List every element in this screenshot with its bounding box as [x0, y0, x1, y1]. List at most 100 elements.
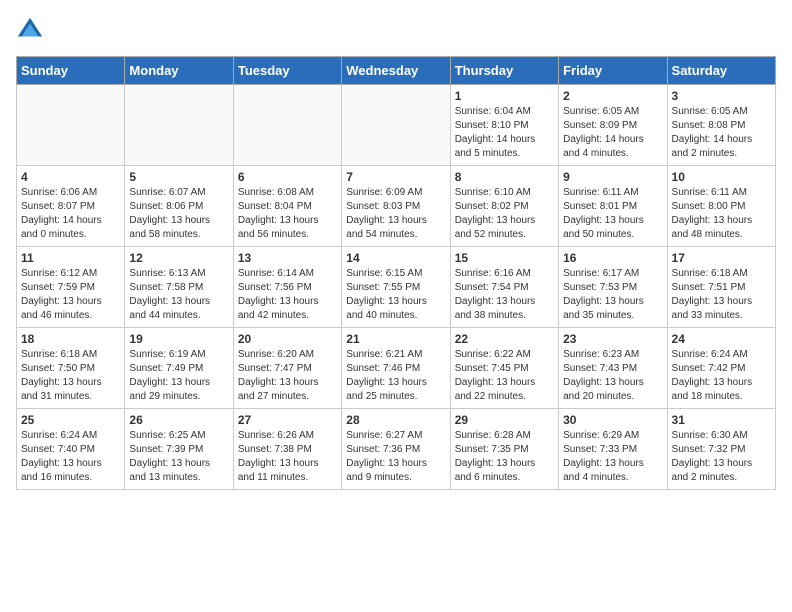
calendar-cell: 31 Sunrise: 6:30 AM Sunset: 7:32 PM Dayli…: [667, 409, 775, 490]
calendar-cell: 17 Sunrise: 6:18 AM Sunset: 7:51 PM Dayli…: [667, 247, 775, 328]
calendar-cell: 19 Sunrise: 6:19 AM Sunset: 7:49 PM Dayli…: [125, 328, 233, 409]
day-info: Sunrise: 6:27 AM Sunset: 7:36 PM Dayligh…: [346, 429, 445, 485]
calendar-cell: 23Sunrise: 6:23 AM Sunset: 7:43 PM Dayli…: [559, 328, 667, 409]
day-info: Sunrise: 6:25 AM Sunset: 7:39 PM Dayligh…: [129, 429, 228, 485]
calendar-cell: [17, 85, 125, 166]
calendar-cell: 27Sunrise: 6:26 AM Sunset: 7:38 PM Dayli…: [233, 409, 341, 490]
day-number: 28: [346, 413, 445, 427]
day-info: Sunrise: 6:18 AM Sunset: 7:50 PM Dayligh…: [21, 348, 120, 404]
day-info: Sunrise: 6:28 AM Sunset: 7:35 PM Dayligh…: [455, 429, 554, 485]
day-number: 29: [455, 413, 554, 427]
day-info: Sunrise: 6:16 AM Sunset: 7:54 PM Dayligh…: [455, 267, 554, 323]
calendar-cell: 18 Sunrise: 6:18 AM Sunset: 7:50 PM Dayli…: [17, 328, 125, 409]
logo: [16, 16, 48, 44]
day-number: 5: [129, 170, 228, 184]
day-number: 19: [129, 332, 228, 346]
day-info: Sunrise: 6:05 AM Sunset: 8:08 PM Dayligh…: [672, 105, 771, 161]
day-info: Sunrise: 6:22 AM Sunset: 7:45 PM Dayligh…: [455, 348, 554, 404]
day-info: Sunrise: 6:17 AM Sunset: 7:53 PM Dayligh…: [563, 267, 662, 323]
calendar-week-row: 4Sunrise: 6:06 AM Sunset: 8:07 PM Daylig…: [17, 166, 776, 247]
calendar-cell: 13 Sunrise: 6:14 AM Sunset: 7:56 PM Dayli…: [233, 247, 341, 328]
day-number: 18: [21, 332, 120, 346]
calendar-cell: 26 Sunrise: 6:25 AM Sunset: 7:39 PM Dayli…: [125, 409, 233, 490]
day-number: 25: [21, 413, 120, 427]
calendar-cell: 15Sunrise: 6:16 AM Sunset: 7:54 PM Dayli…: [450, 247, 558, 328]
calendar-cell: 28 Sunrise: 6:27 AM Sunset: 7:36 PM Dayli…: [342, 409, 450, 490]
day-info: Sunrise: 6:29 AM Sunset: 7:33 PM Dayligh…: [563, 429, 662, 485]
calendar-cell: 14 Sunrise: 6:15 AM Sunset: 7:55 PM Dayli…: [342, 247, 450, 328]
day-info: Sunrise: 6:19 AM Sunset: 7:49 PM Dayligh…: [129, 348, 228, 404]
calendar-cell: 1 Sunrise: 6:04 AM Sunset: 8:10 PM Daylig…: [450, 85, 558, 166]
calendar-header-row: SundayMondayTuesdayWednesdayThursdayFrid…: [17, 57, 776, 85]
calendar-week-row: 25Sunrise: 6:24 AM Sunset: 7:40 PM Dayli…: [17, 409, 776, 490]
day-info: Sunrise: 6:05 AM Sunset: 8:09 PM Dayligh…: [563, 105, 662, 161]
calendar-week-row: 18 Sunrise: 6:18 AM Sunset: 7:50 PM Dayli…: [17, 328, 776, 409]
day-info: Sunrise: 6:21 AM Sunset: 7:46 PM Dayligh…: [346, 348, 445, 404]
calendar-cell: [342, 85, 450, 166]
day-of-week-header: Wednesday: [342, 57, 450, 85]
calendar-cell: 24Sunrise: 6:24 AM Sunset: 7:42 PM Dayli…: [667, 328, 775, 409]
day-info: Sunrise: 6:30 AM Sunset: 7:32 PM Dayligh…: [672, 429, 771, 485]
calendar-week-row: 11 Sunrise: 6:12 AM Sunset: 7:59 PM Dayli…: [17, 247, 776, 328]
day-info: Sunrise: 6:14 AM Sunset: 7:56 PM Dayligh…: [238, 267, 337, 323]
day-of-week-header: Saturday: [667, 57, 775, 85]
calendar-cell: 5 Sunrise: 6:07 AM Sunset: 8:06 PM Daylig…: [125, 166, 233, 247]
calendar-cell: 20Sunrise: 6:20 AM Sunset: 7:47 PM Dayli…: [233, 328, 341, 409]
calendar-cell: 29 Sunrise: 6:28 AM Sunset: 7:35 PM Dayli…: [450, 409, 558, 490]
day-info: Sunrise: 6:24 AM Sunset: 7:42 PM Dayligh…: [672, 348, 771, 404]
calendar-cell: 7 Sunrise: 6:09 AM Sunset: 8:03 PM Daylig…: [342, 166, 450, 247]
day-number: 31: [672, 413, 771, 427]
day-info: Sunrise: 6:11 AM Sunset: 8:00 PM Dayligh…: [672, 186, 771, 242]
page-header: [16, 16, 776, 44]
day-of-week-header: Sunday: [17, 57, 125, 85]
day-number: 17: [672, 251, 771, 265]
day-info: Sunrise: 6:10 AM Sunset: 8:02 PM Dayligh…: [455, 186, 554, 242]
day-info: Sunrise: 6:06 AM Sunset: 8:07 PM Dayligh…: [21, 186, 120, 242]
day-number: 20: [238, 332, 337, 346]
calendar-week-row: 1 Sunrise: 6:04 AM Sunset: 8:10 PM Daylig…: [17, 85, 776, 166]
day-number: 2: [563, 89, 662, 103]
calendar-cell: 30 Sunrise: 6:29 AM Sunset: 7:33 PM Dayli…: [559, 409, 667, 490]
day-number: 30: [563, 413, 662, 427]
day-info: Sunrise: 6:07 AM Sunset: 8:06 PM Dayligh…: [129, 186, 228, 242]
day-of-week-header: Thursday: [450, 57, 558, 85]
day-number: 23: [563, 332, 662, 346]
day-info: Sunrise: 6:11 AM Sunset: 8:01 PM Dayligh…: [563, 186, 662, 242]
day-info: Sunrise: 6:09 AM Sunset: 8:03 PM Dayligh…: [346, 186, 445, 242]
calendar-cell: 2 Sunrise: 6:05 AM Sunset: 8:09 PM Daylig…: [559, 85, 667, 166]
calendar-cell: 9 Sunrise: 6:11 AM Sunset: 8:01 PM Daylig…: [559, 166, 667, 247]
day-number: 11: [21, 251, 120, 265]
calendar-cell: 21Sunrise: 6:21 AM Sunset: 7:46 PM Dayli…: [342, 328, 450, 409]
day-number: 22: [455, 332, 554, 346]
day-number: 7: [346, 170, 445, 184]
day-number: 3: [672, 89, 771, 103]
day-number: 9: [563, 170, 662, 184]
calendar-cell: 10 Sunrise: 6:11 AM Sunset: 8:00 PM Dayli…: [667, 166, 775, 247]
day-number: 1: [455, 89, 554, 103]
day-number: 12: [129, 251, 228, 265]
day-number: 26: [129, 413, 228, 427]
day-number: 27: [238, 413, 337, 427]
calendar-cell: 22 Sunrise: 6:22 AM Sunset: 7:45 PM Dayli…: [450, 328, 558, 409]
day-of-week-header: Monday: [125, 57, 233, 85]
calendar-cell: 8 Sunrise: 6:10 AM Sunset: 8:02 PM Daylig…: [450, 166, 558, 247]
calendar-table: SundayMondayTuesdayWednesdayThursdayFrid…: [16, 56, 776, 490]
day-info: Sunrise: 6:04 AM Sunset: 8:10 PM Dayligh…: [455, 105, 554, 161]
calendar-cell: 16Sunrise: 6:17 AM Sunset: 7:53 PM Dayli…: [559, 247, 667, 328]
calendar-cell: 25Sunrise: 6:24 AM Sunset: 7:40 PM Dayli…: [17, 409, 125, 490]
day-number: 13: [238, 251, 337, 265]
day-number: 8: [455, 170, 554, 184]
day-number: 14: [346, 251, 445, 265]
day-info: Sunrise: 6:12 AM Sunset: 7:59 PM Dayligh…: [21, 267, 120, 323]
day-info: Sunrise: 6:08 AM Sunset: 8:04 PM Dayligh…: [238, 186, 337, 242]
day-number: 6: [238, 170, 337, 184]
day-info: Sunrise: 6:15 AM Sunset: 7:55 PM Dayligh…: [346, 267, 445, 323]
calendar-cell: 11 Sunrise: 6:12 AM Sunset: 7:59 PM Dayli…: [17, 247, 125, 328]
calendar-cell: 6 Sunrise: 6:08 AM Sunset: 8:04 PM Daylig…: [233, 166, 341, 247]
day-of-week-header: Friday: [559, 57, 667, 85]
calendar-cell: [125, 85, 233, 166]
calendar-cell: 4Sunrise: 6:06 AM Sunset: 8:07 PM Daylig…: [17, 166, 125, 247]
day-info: Sunrise: 6:18 AM Sunset: 7:51 PM Dayligh…: [672, 267, 771, 323]
calendar-cell: 3 Sunrise: 6:05 AM Sunset: 8:08 PM Daylig…: [667, 85, 775, 166]
day-number: 10: [672, 170, 771, 184]
